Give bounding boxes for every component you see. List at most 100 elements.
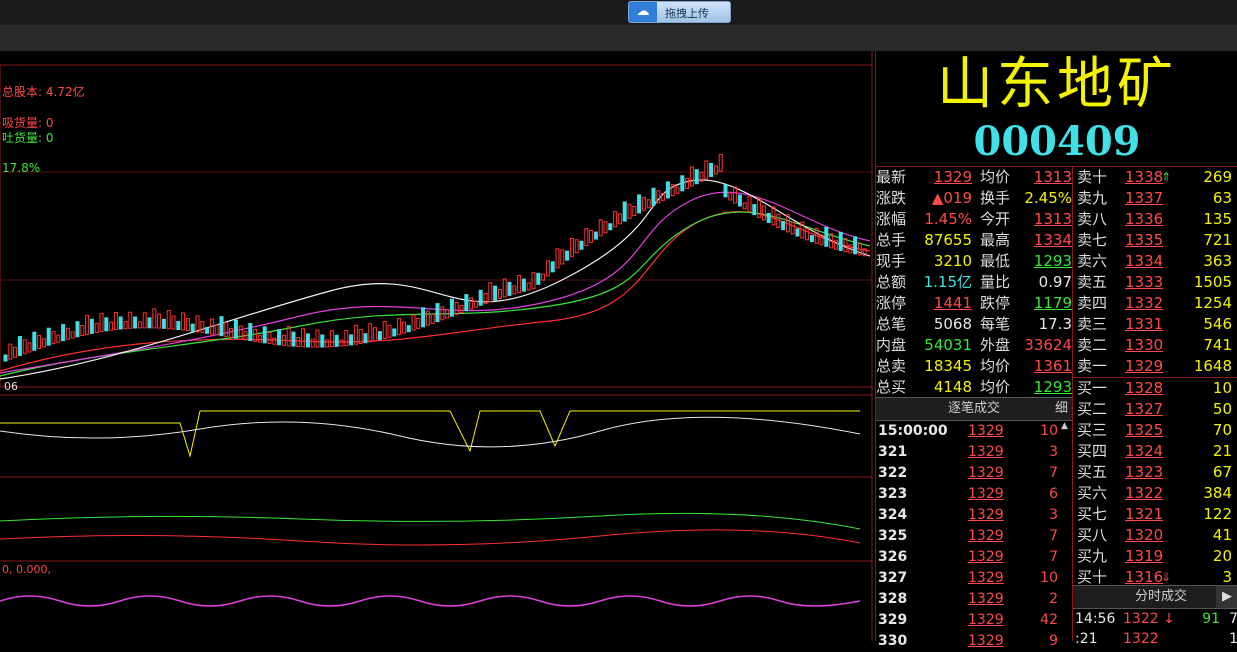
ask-row[interactable]: 卖十 1338 269 ⇑ — [1073, 167, 1237, 188]
quote-key: 内盘 — [876, 336, 907, 354]
kline-chart-svg — [0, 51, 873, 641]
candle — [257, 334, 262, 343]
candle — [569, 237, 574, 257]
book-label: 卖八 — [1077, 210, 1108, 228]
minute-price: 1322 ↓ — [1123, 611, 1175, 627]
ask-row[interactable]: 卖二 1330 741 — [1073, 335, 1237, 356]
candle — [536, 272, 541, 285]
quote-value: 33624 — [1024, 336, 1072, 354]
candle — [517, 274, 522, 293]
tick-volume: 3 — [1049, 507, 1058, 523]
book-volume: 10 — [1212, 379, 1232, 397]
ask-row[interactable]: 卖五 1333 1505 — [1073, 272, 1237, 293]
top-bar: ☁ 拖拽上传 — [0, 0, 1237, 25]
ask-row[interactable]: 卖八 1336 135 — [1073, 209, 1237, 230]
candle — [133, 316, 138, 329]
candle — [200, 321, 205, 334]
ask-row[interactable]: 卖九 1337 63 — [1073, 188, 1237, 209]
candle — [70, 331, 75, 339]
tick-volume: 10 — [1040, 570, 1058, 586]
bid-row[interactable]: 买五 1323 67 — [1073, 462, 1237, 483]
book-volume: 50 — [1212, 400, 1232, 418]
tick-detail-button[interactable]: 细 — [1055, 398, 1068, 420]
candle — [761, 205, 766, 221]
next-arrow-icon[interactable]: ▶ — [1216, 586, 1237, 608]
tick-time: 15:00:00 — [878, 423, 948, 439]
candle — [589, 229, 594, 243]
candle — [123, 321, 128, 330]
quote-row: 总额 1.15亿 量比 0.97 — [876, 272, 1072, 293]
scroll-up-icon[interactable]: ▲ — [1061, 421, 1071, 433]
candle — [37, 335, 42, 350]
tick-header[interactable]: 逐笔成交 细 — [876, 397, 1072, 421]
candle — [689, 166, 694, 187]
book-label: 买一 — [1077, 379, 1108, 397]
candle — [421, 307, 426, 328]
minute-volume: 91 — [1202, 611, 1220, 627]
candle — [401, 321, 406, 334]
bid-row[interactable]: 买八 1320 41 — [1073, 525, 1237, 546]
bid-row[interactable]: 买三 1325 70 — [1073, 420, 1237, 441]
book-volume: 1505 — [1193, 273, 1232, 291]
quote-key: 涨停 — [876, 294, 907, 312]
candle — [776, 213, 781, 228]
candle — [603, 221, 608, 234]
candle — [574, 239, 579, 254]
candle — [61, 324, 66, 342]
candle — [670, 184, 675, 197]
candle — [656, 190, 661, 204]
book-price: 1329 — [1125, 357, 1164, 375]
tick-price: 1329 — [968, 570, 1004, 586]
ask-row[interactable]: 卖六 1334 363 — [1073, 251, 1237, 272]
book-volume: 20 — [1212, 547, 1232, 565]
quote-key: 最低 — [980, 252, 1011, 270]
tick-row: 327 1329 10 — [876, 568, 1072, 589]
tick-row: 15:00:00 1329 10 — [876, 421, 1072, 442]
book-volume: 21 — [1212, 442, 1232, 460]
candle — [449, 298, 454, 317]
ask-row[interactable]: 卖四 1332 1254 — [1073, 293, 1237, 314]
tick-price: 1329 — [968, 507, 1004, 523]
candle — [277, 329, 282, 346]
release-label: 吐货量: 0 — [2, 131, 54, 145]
tick-time: 325 — [878, 528, 908, 544]
bid-row[interactable]: 买七 1321 122 — [1073, 504, 1237, 525]
quote-key: 量比 — [980, 273, 1011, 291]
bid-row[interactable]: 买六 1322 384 — [1073, 483, 1237, 504]
ask-row[interactable]: 卖三 1331 546 — [1073, 314, 1237, 335]
quote-key: 总额 — [876, 273, 907, 291]
candle — [190, 323, 195, 332]
candle — [325, 339, 330, 348]
candle — [305, 333, 310, 348]
ask-row[interactable]: 卖七 1335 721 — [1073, 230, 1237, 251]
book-label: 买七 — [1077, 505, 1108, 523]
candle — [104, 317, 109, 332]
candle — [478, 289, 483, 306]
candle — [272, 337, 277, 345]
upload-button[interactable]: ☁ 拖拽上传 — [628, 1, 731, 23]
minute-header[interactable]: 分时成交 ▶ — [1073, 585, 1237, 609]
tick-row: 330 1329 9 — [876, 631, 1072, 652]
candle — [349, 334, 354, 346]
candle — [459, 304, 464, 313]
secondary-bar — [0, 25, 1237, 52]
candle — [641, 196, 646, 211]
quote-panel: 山东地矿 000409 最新 1329 均价 1313 涨跌 ▲019 换手 2.45% 涨幅 1… — [875, 51, 1237, 649]
candle — [27, 342, 32, 353]
bid-row[interactable]: 买九 1319 20 — [1073, 546, 1237, 567]
quote-value: 5068 — [933, 315, 972, 333]
tick-price: 1329 — [968, 465, 1004, 481]
candle — [94, 322, 99, 333]
bid-row[interactable]: 买一 1328 10 — [1073, 377, 1237, 399]
candle — [46, 327, 51, 346]
tick-volume: 7 — [1049, 528, 1058, 544]
bid-row[interactable]: 买二 1327 50 — [1073, 399, 1237, 420]
bid-row[interactable]: 买四 1324 21 — [1073, 441, 1237, 462]
kline-chart-area[interactable]: 总股本: 4.72亿 吸货量: 0 吐货量: 0 17.8% 06 0, 0.0… — [0, 51, 875, 641]
percent-label: 17.8% — [2, 161, 41, 175]
ask-row[interactable]: 卖一 1329 1648 — [1073, 356, 1237, 377]
candle — [632, 206, 637, 217]
candle — [584, 228, 589, 247]
minute-price: 1322 — [1123, 631, 1159, 647]
book-price: 1330 — [1125, 336, 1164, 354]
